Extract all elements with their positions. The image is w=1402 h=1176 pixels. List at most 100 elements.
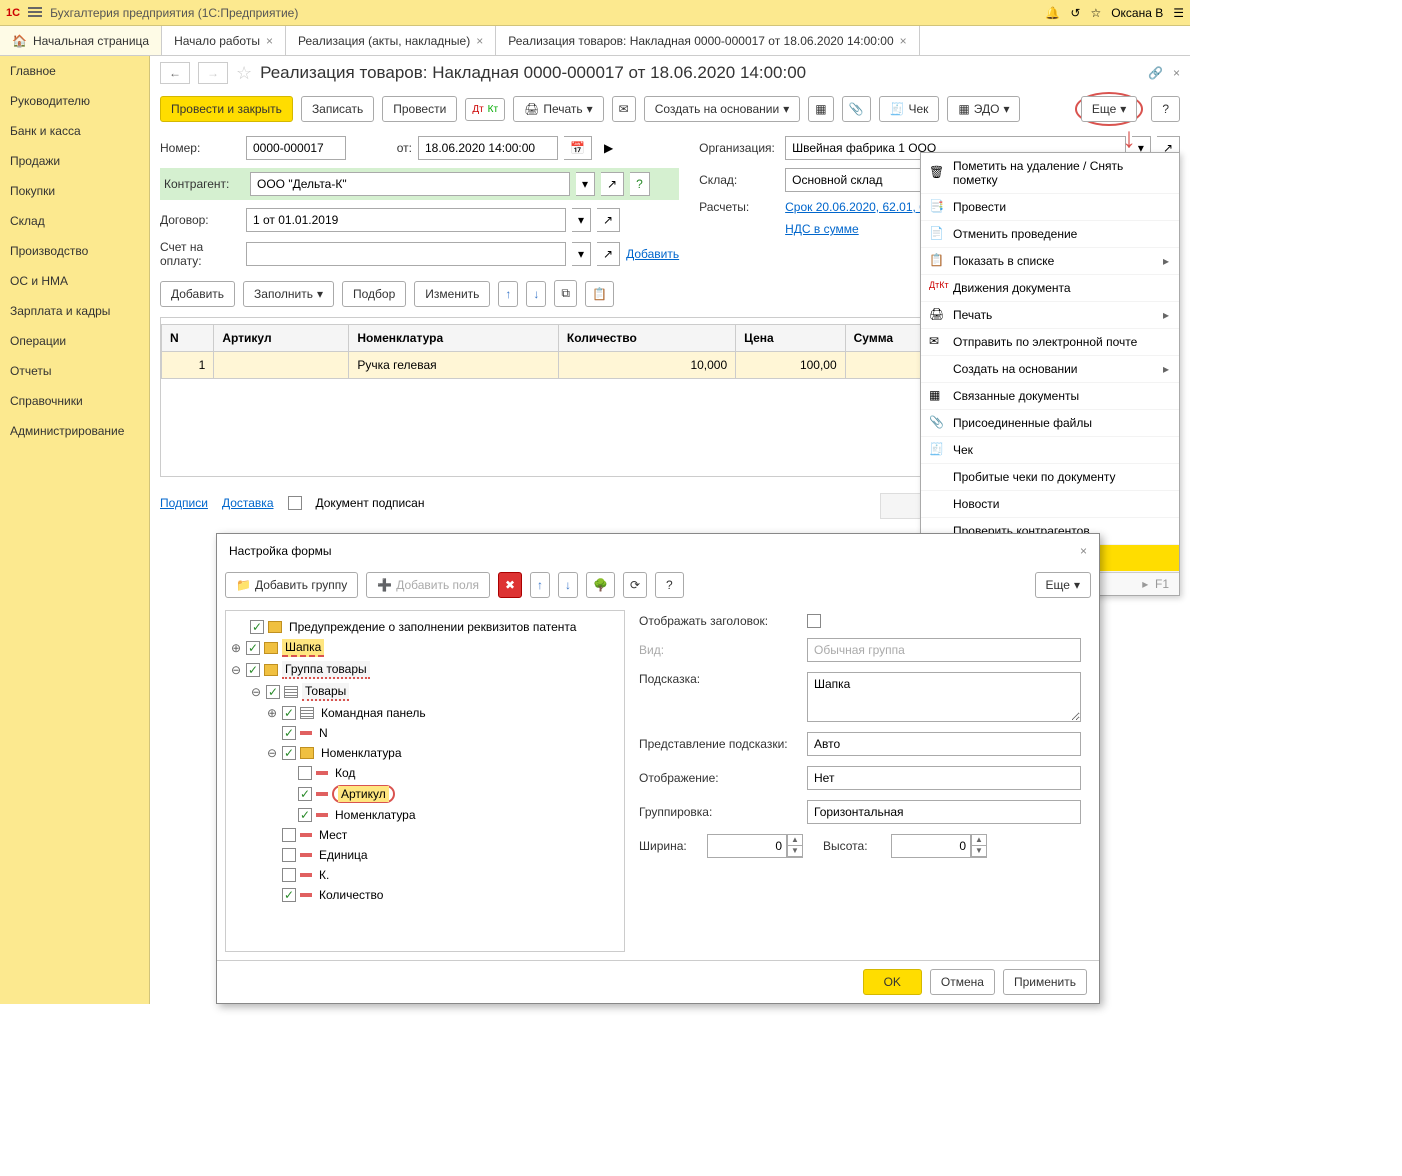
receipt-button[interactable]: 🧾 Чек xyxy=(879,96,940,122)
calendar-icon[interactable]: 📅 xyxy=(564,136,592,160)
number-input[interactable] xyxy=(246,136,346,160)
tree-checkbox[interactable] xyxy=(282,726,296,740)
post-button[interactable]: Провести xyxy=(382,96,457,122)
width-spinner[interactable]: ▲▼ xyxy=(707,834,803,858)
signed-checkbox[interactable] xyxy=(288,496,302,510)
refresh-icon[interactable]: ⟳ xyxy=(623,572,647,598)
star-icon[interactable]: ☆ xyxy=(1090,6,1101,20)
dropdown-icon[interactable]: ▾ xyxy=(572,208,591,232)
open-icon[interactable]: ↗ xyxy=(601,172,624,196)
col-qty[interactable]: Количество xyxy=(558,325,735,352)
forward-button[interactable]: → xyxy=(198,62,228,84)
close-icon[interactable]: × xyxy=(1080,544,1087,558)
debit-credit-icon[interactable]: ДтКт xyxy=(465,98,505,121)
favorite-icon[interactable]: ☆ xyxy=(236,63,252,84)
menu-icon[interactable] xyxy=(28,7,42,19)
collapse-icon[interactable]: ⊖ xyxy=(250,685,262,699)
post-and-close-button[interactable]: Провести и закрыть xyxy=(160,96,293,122)
contragent-input[interactable] xyxy=(250,172,570,196)
paste-icon[interactable]: 📋 xyxy=(585,281,614,307)
sidebar-item[interactable]: Банк и касса xyxy=(0,116,149,146)
col-art[interactable]: Артикул xyxy=(214,325,349,352)
sidebar-item[interactable]: Главное xyxy=(0,56,149,86)
open-icon[interactable]: ↗ xyxy=(597,208,620,232)
tab-getting-started[interactable]: Начало работы× xyxy=(162,26,286,55)
menu-post[interactable]: 📑Провести xyxy=(921,194,1179,221)
sidebar-item[interactable]: Операции xyxy=(0,326,149,356)
tab-sales-doc[interactable]: Реализация товаров: Накладная 0000-00001… xyxy=(496,26,919,55)
sidebar-item[interactable]: ОС и НМА xyxy=(0,266,149,296)
apply-button[interactable]: Применить xyxy=(1003,969,1087,995)
write-button[interactable]: Записать xyxy=(301,96,374,122)
tree-checkbox[interactable] xyxy=(282,706,296,720)
execute-icon[interactable]: ▶ xyxy=(598,136,619,160)
tree-icon[interactable]: 🌳 xyxy=(586,572,615,598)
bell-icon[interactable]: 🔔 xyxy=(1045,6,1060,20)
back-button[interactable]: ← xyxy=(160,62,190,84)
change-button[interactable]: Изменить xyxy=(414,281,490,307)
menu-email[interactable]: ✉Отправить по электронной почте xyxy=(921,329,1179,356)
home-tab[interactable]: 🏠 Начальная страница xyxy=(0,26,162,55)
signs-link[interactable]: Подписи xyxy=(160,496,208,510)
menu-create-based[interactable]: Создать на основании▸ xyxy=(921,356,1179,383)
sidebar-item[interactable]: Администрирование xyxy=(0,416,149,446)
info-icon[interactable]: ? xyxy=(630,172,650,196)
sidebar-item[interactable]: Продажи xyxy=(0,146,149,176)
print-button[interactable]: 🖨 Печать ▾ xyxy=(513,96,604,122)
open-icon[interactable]: ↗ xyxy=(597,242,620,266)
col-nom[interactable]: Номенклатура xyxy=(349,325,559,352)
close-icon[interactable]: × xyxy=(266,34,273,48)
display-select[interactable] xyxy=(807,766,1081,790)
form-tree[interactable]: Предупреждение о заполнении реквизитов п… xyxy=(225,610,625,952)
tree-checkbox[interactable] xyxy=(250,620,264,634)
close-icon[interactable]: × xyxy=(900,34,907,48)
create-based-button[interactable]: Создать на основании ▾ xyxy=(644,96,801,122)
hint-repr-select[interactable] xyxy=(807,732,1081,756)
menu-movements[interactable]: ДтКтДвижения документа xyxy=(921,275,1179,302)
menu-related[interactable]: ▦Связанные документы xyxy=(921,383,1179,410)
dropdown-icon[interactable]: ▾ xyxy=(572,242,591,266)
more-button[interactable]: Еще ▾ xyxy=(1035,572,1091,598)
copy-icon[interactable]: ⧉ xyxy=(554,280,577,307)
menu-show-list[interactable]: 📋Показать в списке▸ xyxy=(921,248,1179,275)
close-icon[interactable]: × xyxy=(476,34,483,48)
history-icon[interactable]: ↺ xyxy=(1070,6,1080,20)
settings-icon[interactable]: ☰ xyxy=(1173,6,1184,20)
tree-checkbox[interactable] xyxy=(246,663,260,677)
tree-checkbox[interactable] xyxy=(282,888,296,902)
sidebar-item[interactable]: Склад xyxy=(0,206,149,236)
sidebar-item[interactable]: Зарплата и кадры xyxy=(0,296,149,326)
add-link[interactable]: Добавить xyxy=(626,247,679,261)
tree-checkbox[interactable] xyxy=(298,787,312,801)
sidebar-item[interactable]: Покупки xyxy=(0,176,149,206)
add-row-button[interactable]: Добавить xyxy=(160,281,235,307)
tab-sales-list[interactable]: Реализация (акты, накладные)× xyxy=(286,26,496,55)
col-n[interactable]: N xyxy=(162,325,214,352)
expand-icon[interactable]: ⊕ xyxy=(230,641,242,655)
cancel-button[interactable]: Отмена xyxy=(930,969,995,995)
mail-icon[interactable]: ✉ xyxy=(612,96,636,122)
sidebar-item[interactable]: Отчеты xyxy=(0,356,149,386)
move-up-icon[interactable]: ↑ xyxy=(530,572,550,598)
select-button[interactable]: Подбор xyxy=(342,281,406,307)
grouping-select[interactable] xyxy=(807,800,1081,824)
add-group-button[interactable]: 📁 Добавить группу xyxy=(225,572,358,598)
dropdown-icon[interactable]: ▾ xyxy=(576,172,595,196)
link-icon[interactable]: 🔗 xyxy=(1148,66,1163,80)
move-down-icon[interactable]: ↓ xyxy=(558,572,578,598)
menu-news[interactable]: Новости xyxy=(921,491,1179,518)
menu-receipts-by-doc[interactable]: Пробитые чеки по документу xyxy=(921,464,1179,491)
tree-checkbox[interactable] xyxy=(282,746,296,760)
tree-checkbox[interactable] xyxy=(282,868,296,882)
tree-checkbox[interactable] xyxy=(282,848,296,862)
tree-checkbox[interactable] xyxy=(298,766,312,780)
tree-checkbox[interactable] xyxy=(246,641,260,655)
collapse-icon[interactable]: ⊖ xyxy=(230,663,242,677)
close-icon[interactable]: × xyxy=(1173,66,1180,80)
sidebar-item[interactable]: Руководителю xyxy=(0,86,149,116)
tree-checkbox[interactable] xyxy=(266,685,280,699)
tree-checkbox[interactable] xyxy=(282,828,296,842)
fill-button[interactable]: Заполнить ▾ xyxy=(243,281,334,307)
menu-receipt[interactable]: 🧾Чек xyxy=(921,437,1179,464)
vat-link[interactable]: НДС в сумме xyxy=(785,222,859,236)
